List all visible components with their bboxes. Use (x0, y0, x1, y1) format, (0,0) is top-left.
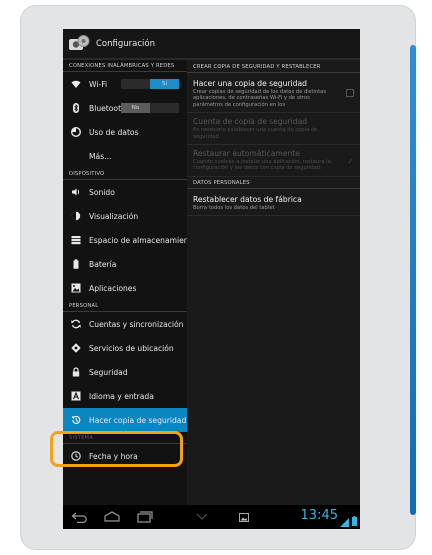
sidebar-item-label: Más... (89, 151, 112, 161)
backup-restore-icon (71, 415, 81, 425)
apps-icon (71, 283, 81, 293)
sidebar-item-label: Sonido (89, 187, 115, 197)
settings-app-icon[interactable] (68, 33, 90, 55)
status-clock: 13:45 (300, 508, 338, 523)
sidebar-item-security[interactable]: Seguridad (63, 360, 187, 384)
sidebar-item-label: Uso de datos (89, 127, 139, 137)
data-usage-icon (71, 127, 81, 137)
bluetooth-toggle-state: No (121, 103, 150, 113)
signal-icon (340, 512, 349, 529)
sidebar-item-battery[interactable]: Batería (63, 252, 187, 276)
sidebar-item-label: Aplicaciones (89, 283, 137, 293)
backup-data-title: Hacer una copia de seguridad (193, 79, 307, 88)
sidebar-item-label: Espacio de almacenamiento (89, 235, 187, 245)
app-title: Configuración (96, 38, 155, 49)
sidebar-item-storage[interactable]: Espacio de almacenamiento (63, 228, 187, 252)
sidebar-item-sound[interactable]: Sonido (63, 180, 187, 204)
storage-icon (71, 235, 81, 245)
speaker-icon (71, 187, 81, 197)
sidebar-item-label: Batería (89, 259, 117, 269)
back-button[interactable] (71, 510, 89, 524)
wifi-toggle-state: Sí (150, 79, 179, 89)
section-header-backup-reset: CREAR COPIA DE SEGURIDAD Y RESTABLECER (187, 60, 360, 73)
wifi-icon (71, 79, 81, 89)
auto-restore-summary: Cuando vuelvas a instalar una aplicación… (193, 159, 331, 172)
sidebar-item-label: Idioma y entrada (89, 391, 154, 401)
factory-reset-pref[interactable]: Restablecer datos de fábrica Borra todos… (187, 189, 360, 217)
lock-icon (71, 367, 81, 377)
recent-apps-button[interactable] (135, 510, 153, 524)
sync-icon (71, 319, 81, 329)
section-header-wireless: CONEXIONES INALÁMBRICAS Y REDES (63, 60, 187, 72)
section-header-personal: PERSONAL (63, 300, 187, 312)
backup-account-title: Cuenta de copia de seguridad (193, 117, 308, 127)
battery-status-icon (352, 511, 357, 529)
home-button[interactable] (103, 510, 121, 524)
auto-restore-title: Restaurar automáticamente (193, 149, 300, 159)
action-bar: Configuración (63, 29, 360, 60)
factory-reset-title: Restablecer datos de fábrica (193, 194, 302, 204)
sidebar-item-backup[interactable]: Hacer copia de seguridad (63, 408, 187, 432)
sidebar-item-apps[interactable]: Aplicaciones (63, 276, 187, 300)
auto-restore-pref: Restaurar automáticamente Cuando vuelvas… (187, 145, 360, 177)
sidebar-item-label: Cuentas y sincronización (89, 319, 184, 329)
backup-data-summary: Crear copias de seguridad de los datos d… (193, 89, 327, 108)
factory-reset-summary: Borra todos los datos del tablet (193, 204, 275, 211)
highlight-callout (50, 431, 183, 467)
sidebar-item-accounts[interactable]: Cuentas y sincronización (63, 312, 187, 336)
backup-account-summary: Es necesario establecer una cuenta de co… (193, 127, 318, 140)
brightness-icon (71, 211, 81, 221)
language-icon (71, 391, 81, 401)
sidebar-item-label: Servicios de ubicación (89, 343, 174, 353)
sidebar-item-label: Hacer copia de seguridad (89, 415, 187, 425)
sidebar-item-label: Visualización (89, 211, 139, 221)
more-icon (71, 151, 81, 161)
location-icon (71, 343, 81, 353)
sidebar-item-more[interactable]: Más... (63, 144, 187, 168)
sidebar-item-bluetooth[interactable]: Bluetooth No (63, 96, 187, 120)
sidebar-item-location[interactable]: Servicios de ubicación (63, 336, 187, 360)
backup-data-checkbox[interactable] (346, 89, 354, 97)
tablet-edge (410, 45, 416, 515)
sidebar-item-label: Wi-Fi (89, 79, 108, 89)
sidebar-item-display[interactable]: Visualización (63, 204, 187, 228)
sidebar-item-language[interactable]: Idioma y entrada (63, 384, 187, 408)
wifi-toggle[interactable]: Sí (121, 79, 179, 89)
backup-account-pref: Cuenta de copia de seguridad Es necesari… (187, 113, 360, 146)
section-header-personal-data: DATOS PERSONALES (187, 177, 360, 189)
bluetooth-toggle[interactable]: No (121, 103, 179, 113)
sidebar-item-wifi[interactable]: Wi-Fi Sí (63, 72, 187, 96)
section-header-device: DISPOSITIVO (63, 168, 187, 180)
detail-pane: CREAR COPIA DE SEGURIDAD Y RESTABLECER H… (187, 60, 360, 505)
gallery-notification-icon[interactable] (235, 510, 253, 524)
chevron-down-icon[interactable] (193, 510, 211, 524)
sidebar-item-label: Seguridad (89, 367, 128, 377)
sidebar-item-data-usage[interactable]: Uso de datos (63, 120, 187, 144)
battery-icon (71, 259, 81, 269)
checkmark-icon: ✓ (347, 157, 354, 167)
backup-data-pref[interactable]: Hacer una copia de seguridad Crear copia… (187, 73, 360, 114)
bluetooth-icon (71, 103, 81, 113)
system-nav-bar: 13:45 (63, 505, 360, 529)
